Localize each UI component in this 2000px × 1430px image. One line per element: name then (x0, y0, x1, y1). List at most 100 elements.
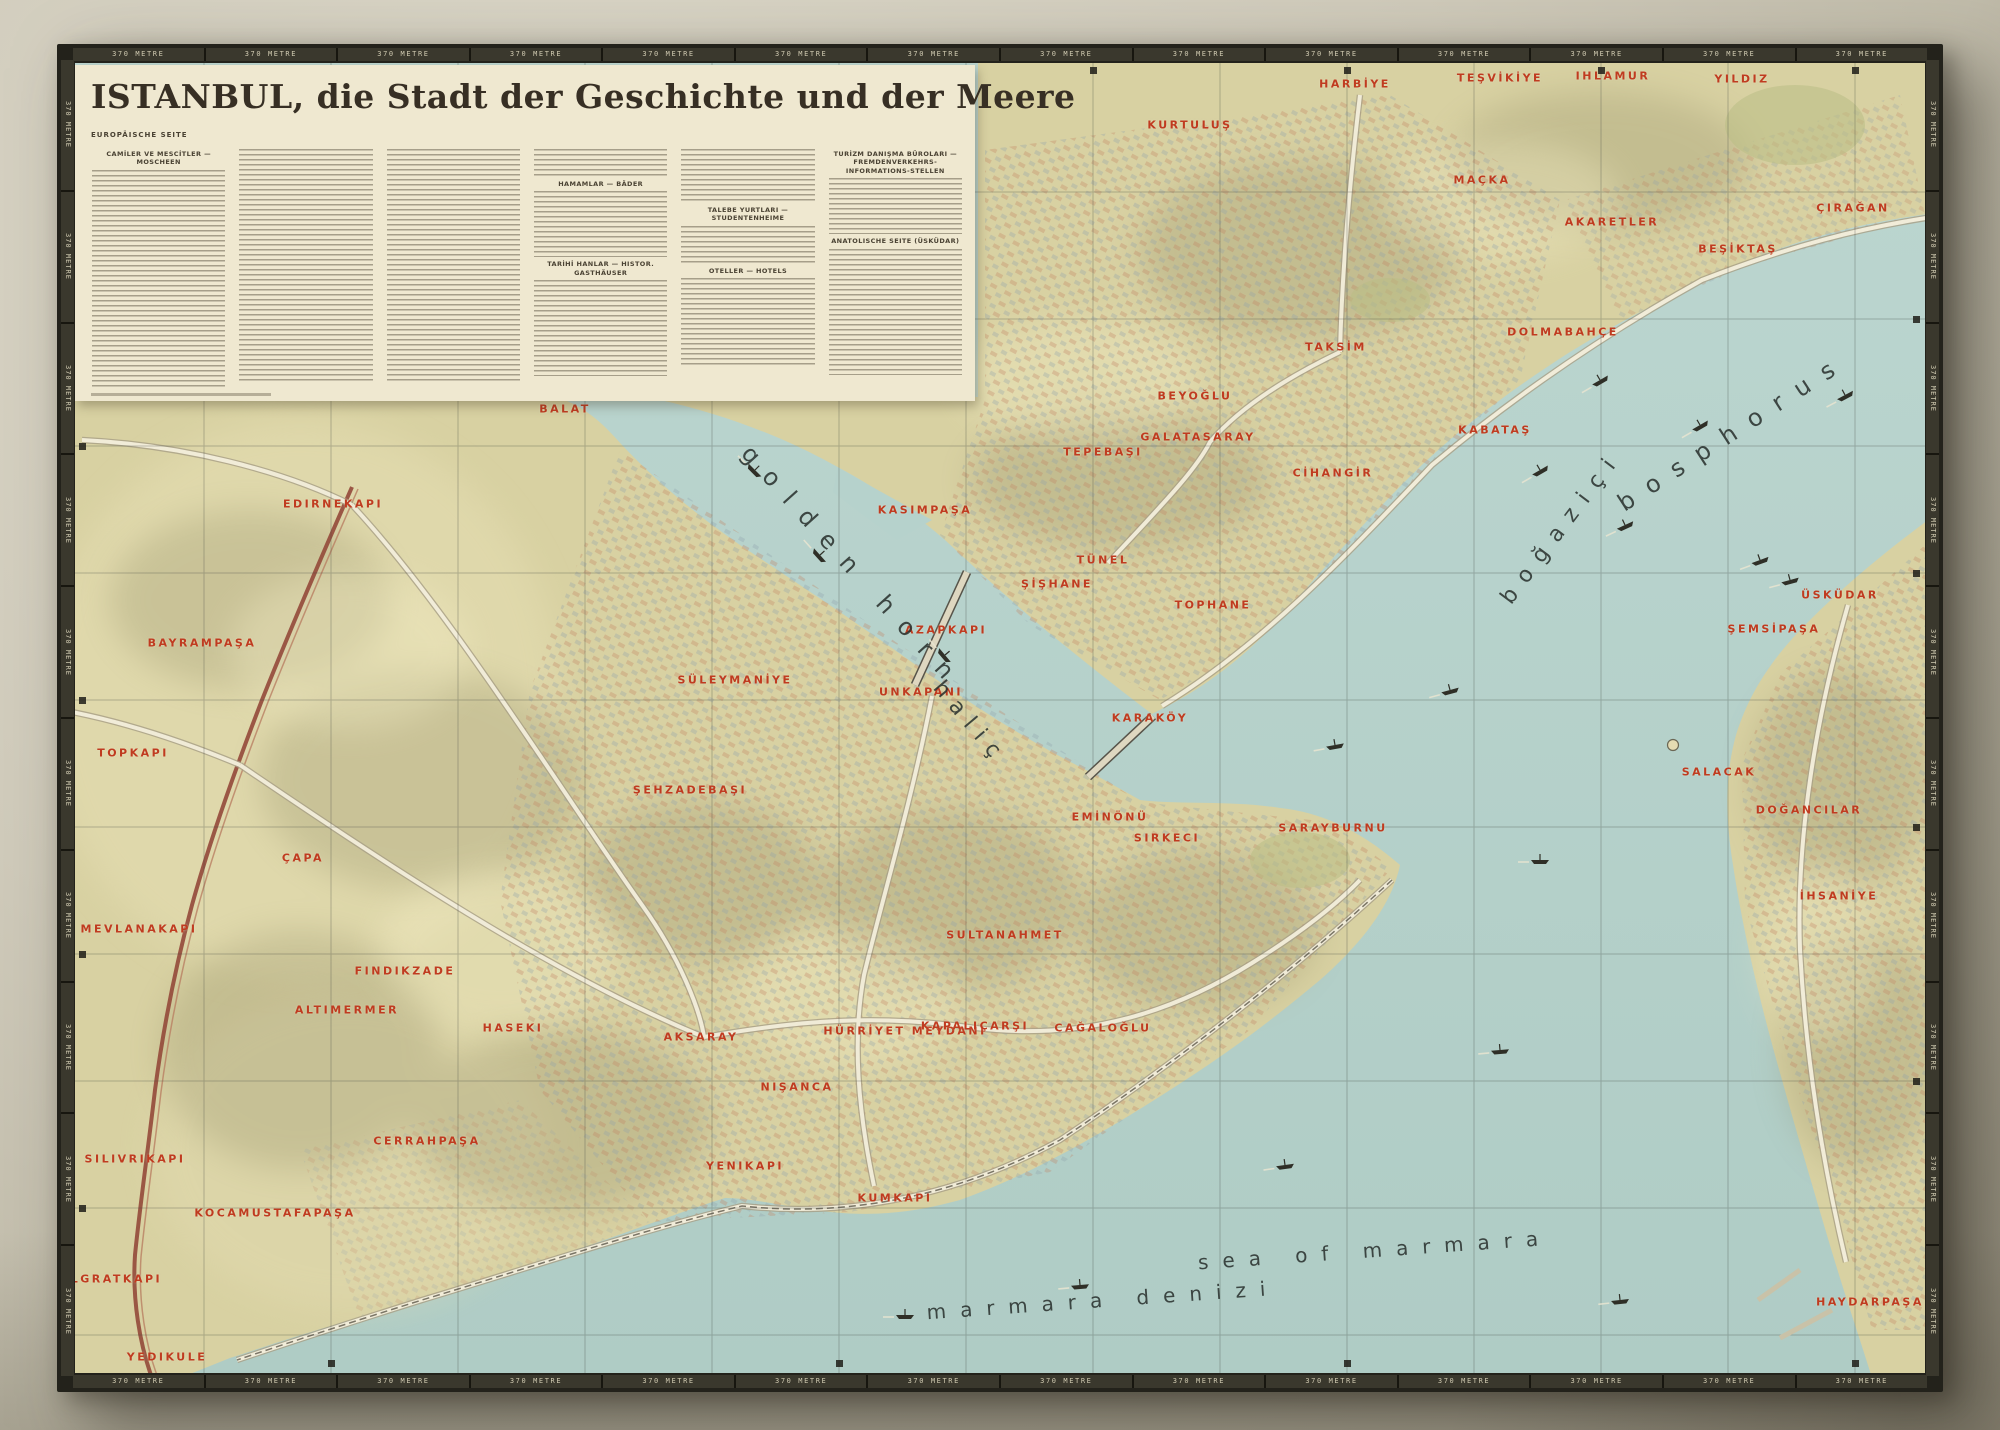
district-label: YENIKAPI (706, 1160, 784, 1173)
scale-segment: 370 METRE (1797, 48, 1928, 61)
district-label: ŞEHZADEBAŞI (633, 784, 747, 797)
scale-bar-top: 370 METRE370 METRE370 METRE370 METRE370 … (73, 48, 1927, 61)
district-label: MAÇKA (1453, 174, 1510, 187)
district-label: ÜSKÜDAR (1801, 589, 1879, 602)
legend-panel: ISTANBUL, die Stadt der Geschichte und d… (75, 65, 975, 401)
legend-column (386, 147, 521, 385)
district-label: CAĞALOĞLU (1054, 1022, 1151, 1035)
scale-bar-bottom: 370 METRE370 METRE370 METRE370 METRE370 … (73, 1375, 1927, 1388)
map-title: ISTANBUL, die Stadt der Geschichte und d… (91, 77, 1076, 116)
map-canvas: EDIRNEKAPI BAYRAMPAŞA TOPKAPI MEVLANAKAPI SI… (75, 63, 1925, 1373)
legend-credit-line (91, 393, 271, 396)
legend-section-header: OTELLER — HOTELS (680, 267, 815, 275)
district-label: BEŞİKTAŞ (1698, 243, 1778, 256)
legend-index-lines (239, 149, 372, 383)
district-label: TEPEBAŞI (1063, 446, 1143, 459)
district-label: HARBİYE (1319, 78, 1391, 91)
district-label: GALATASARAY (1140, 431, 1255, 444)
legend-index-lines (829, 249, 962, 375)
sea-label: golden horn (736, 440, 971, 697)
scale-segment: 370 METRE (1001, 48, 1132, 61)
district-label: ŞEMSİPAŞA (1728, 623, 1821, 636)
district-label: TOPHANE (1175, 599, 1252, 612)
district-label: HAYDARPAŞA (1816, 1296, 1924, 1309)
scale-segment: 370 METRE (1399, 1375, 1530, 1388)
legend-index-lines (92, 170, 225, 388)
district-label: AKSARAY (664, 1031, 739, 1044)
scale-segment: 370 METRE (1926, 983, 1939, 1113)
legend-section-header: CAMİLER VE MESCİTLER — MOSCHEEN (91, 150, 226, 167)
map-panel: 370 METRE370 METRE370 METRE370 METRE370 … (57, 44, 1943, 1392)
scale-segment: 370 METRE (206, 1375, 337, 1388)
district-label: IHLAMUR (1576, 70, 1651, 83)
district-label: TOPKAPI (97, 747, 169, 760)
district-label: TAKSİM (1305, 341, 1367, 354)
district-label: AKARETLER (1565, 216, 1660, 229)
district-label: DOĞANCILAR (1756, 804, 1862, 817)
scale-segment: 370 METRE (1926, 719, 1939, 849)
scale-segment: 370 METRE (338, 48, 469, 61)
scale-segment: 370 METRE (1926, 455, 1939, 585)
scale-segment: 370 METRE (73, 1375, 204, 1388)
district-label: KARAKÖY (1112, 712, 1188, 725)
scale-segment: 370 METRE (61, 324, 74, 454)
scale-segment: 370 METRE (868, 48, 999, 61)
scale-segment: 370 METRE (1001, 1375, 1132, 1388)
scale-segment: 370 METRE (1134, 1375, 1265, 1388)
scale-segment: 370 METRE (61, 719, 74, 849)
legend-index-lines (681, 226, 814, 264)
district-label: YEDIKULE (127, 1351, 208, 1364)
scale-segment: 370 METRE (868, 1375, 999, 1388)
district-label: BEYOĞLU (1158, 390, 1233, 403)
scale-segment: 370 METRE (61, 587, 74, 717)
scale-segment: 370 METRE (1797, 1375, 1928, 1388)
district-label: ALTIMERMER (295, 1004, 399, 1017)
district-label: TEŞVİKİYE (1457, 72, 1543, 85)
scale-segment: 370 METRE (61, 1114, 74, 1244)
scale-segment: 370 METRE (736, 48, 867, 61)
sea-label: haliç (928, 676, 1013, 770)
legend-index-lines (681, 278, 814, 366)
scale-segment: 370 METRE (1266, 1375, 1397, 1388)
scale-segment: 370 METRE (1266, 48, 1397, 61)
district-label: DOLMABAHÇE (1507, 326, 1619, 339)
scale-segment: 370 METRE (61, 60, 74, 190)
district-label: YILDIZ (1714, 73, 1769, 86)
district-label: CERRAHPAŞA (373, 1135, 480, 1148)
district-label: MEVLANAKAPI (81, 923, 198, 936)
district-label: ÇIRAĞAN (1816, 202, 1889, 215)
scale-segment: 370 METRE (61, 851, 74, 981)
scale-segment: 370 METRE (61, 192, 74, 322)
scale-segment: 370 METRE (1926, 587, 1939, 717)
district-label: KAPALIÇARŞI (921, 1020, 1029, 1033)
scale-segment: 370 METRE (1664, 1375, 1795, 1388)
district-label: TÜNEL (1077, 554, 1130, 567)
legend-index-lines (534, 191, 667, 257)
scale-bar-left: 370 METRE370 METRE370 METRE370 METRE370 … (61, 60, 74, 1376)
district-label: ŞİŞHANE (1021, 578, 1093, 591)
legend-column: TALEBE YURTLARI — STUDENTENHEIMEOTELLER … (680, 147, 815, 385)
district-label: BAYRAMPAŞA (148, 637, 257, 650)
sea-label: marmara denizi (926, 1276, 1280, 1325)
legend-index-lines (534, 149, 667, 177)
legend-index-lines (387, 149, 520, 383)
scale-segment: 370 METRE (1926, 324, 1939, 454)
district-label: KURTULUŞ (1147, 119, 1232, 132)
scale-segment: 370 METRE (1134, 48, 1265, 61)
legend-column: TURİZM DANIŞMA BÜROLARI — FREMDENVERKEHR… (828, 147, 963, 385)
district-label: İHSANİYE (1800, 890, 1879, 903)
scale-segment: 370 METRE (603, 1375, 734, 1388)
scale-segment: 370 METRE (206, 48, 337, 61)
district-label: EDIRNEKAPI (283, 498, 383, 511)
legend-index-lines (681, 149, 814, 203)
district-label: EMİNÖNÜ (1072, 811, 1149, 824)
scale-segment: 370 METRE (1926, 60, 1939, 190)
district-label: SÜLEYMANİYE (677, 674, 792, 687)
district-label: HASEKI (483, 1022, 544, 1035)
district-label: KUMKAPI (858, 1192, 933, 1205)
district-label: KOCAMUSTAFAPAŞA (194, 1207, 355, 1220)
scale-segment: 370 METRE (61, 455, 74, 585)
district-label: SIRKECI (1134, 832, 1200, 845)
legend-index-lines (829, 178, 962, 234)
district-label: SULTANAHMET (946, 929, 1064, 942)
